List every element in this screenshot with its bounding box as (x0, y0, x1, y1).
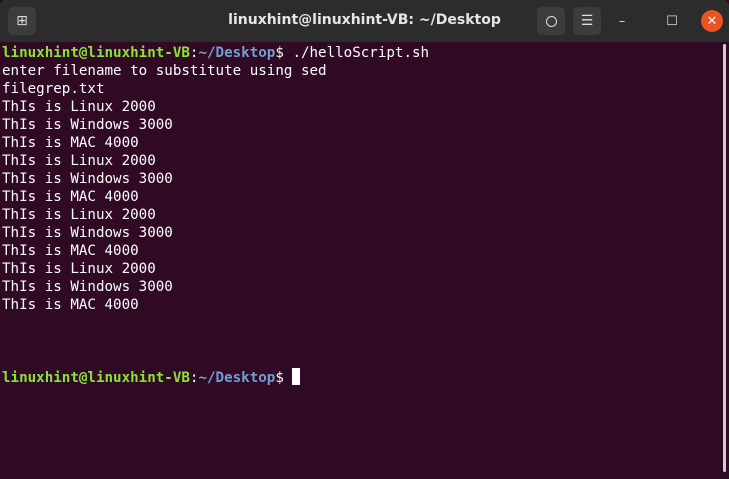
output-line: enter filename to substitute using sed (2, 63, 327, 79)
menu-button[interactable]: ☰ (573, 7, 601, 35)
active-prompt: linuxhint@linuxhint-VB:~/Desktop$ (2, 368, 429, 387)
close-button[interactable]: ✕ (701, 10, 723, 32)
cursor (292, 368, 301, 385)
minimize-icon: – (618, 13, 626, 29)
title-bar: ⊞ linuxhint@linuxhint-VB: ~/Desktop ☰ – … (0, 0, 729, 42)
minimize-button[interactable]: – (611, 10, 633, 32)
output-line: ThIs is Windows 3000 (2, 117, 173, 133)
output-line: ThIs is Linux 2000 (2, 261, 156, 277)
output-line: ThIs is Windows 3000 (2, 171, 173, 187)
scrollbar[interactable] (723, 44, 726, 472)
maximize-icon: ☐ (666, 13, 678, 29)
output-line: ThIs is MAC 4000 (2, 243, 139, 259)
output-line: ThIs is Linux 2000 (2, 153, 156, 169)
output-line: filegrep.txt (2, 81, 105, 97)
maximize-button[interactable]: ☐ (661, 10, 683, 32)
output-line: ThIs is MAC 4000 (2, 135, 139, 151)
search-icon (545, 15, 557, 27)
command-line: linuxhint@linuxhint-VB:~/Desktop$ ./hell… (2, 45, 430, 61)
output-line: ThIs is Linux 2000 (2, 207, 156, 223)
output-line: ThIs is Windows 3000 (2, 279, 173, 295)
output-line: ThIs is MAC 4000 (2, 189, 139, 205)
terminal-output[interactable]: linuxhint@linuxhint-VB:~/Desktop$ ./hell… (2, 44, 429, 387)
output-line: ThIs is MAC 4000 (2, 297, 139, 313)
output-line: ThIs is Linux 2000 (2, 99, 156, 115)
hamburger-icon: ☰ (580, 13, 594, 29)
search-button[interactable] (537, 7, 565, 35)
close-icon: ✕ (706, 13, 718, 29)
output-line: ThIs is Windows 3000 (2, 225, 173, 241)
